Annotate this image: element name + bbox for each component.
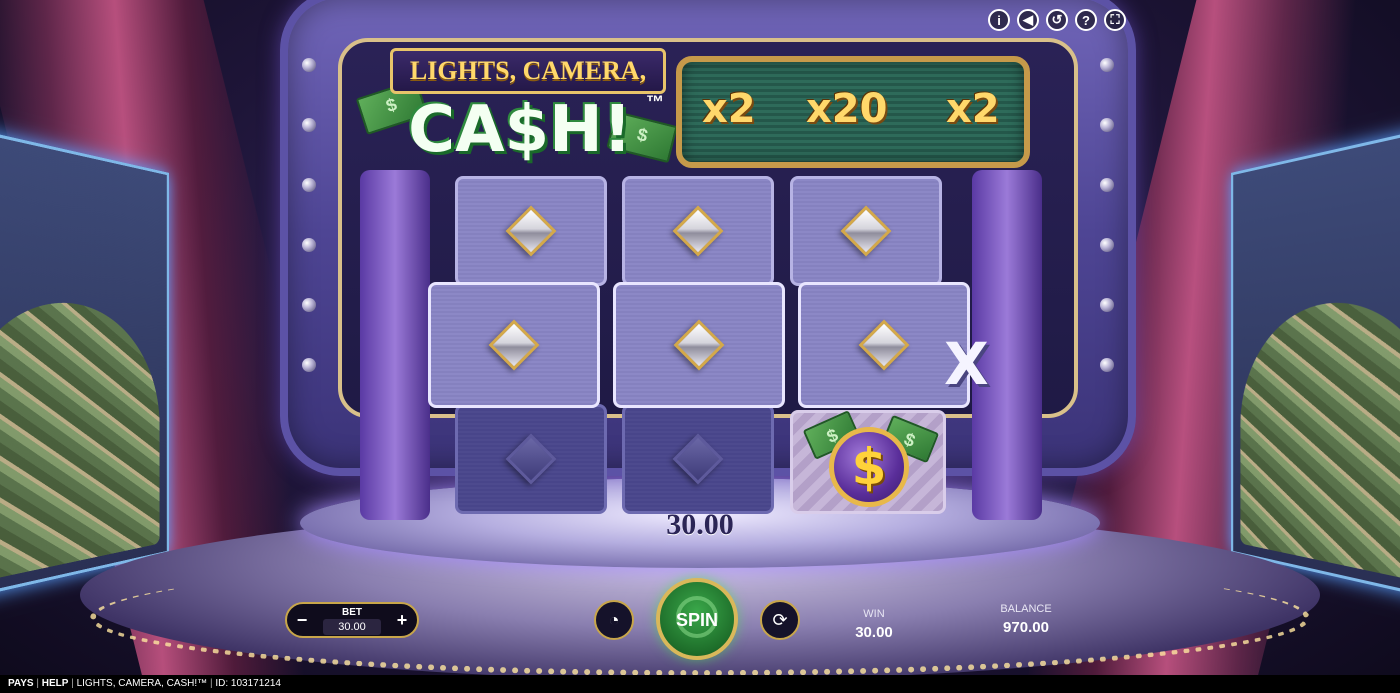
rivet [1100,298,1114,312]
diamond-icon [858,319,910,371]
speedometer-icon: ◔ [608,609,620,630]
rivet [1100,178,1114,192]
rivet [1100,238,1114,252]
fullscreen-icon[interactable]: ⛶ [1104,9,1126,31]
multiplier-x-mark: X [944,330,989,398]
diamond-icon [672,205,724,257]
multiplier-value: x2 [702,86,756,132]
rivet [1100,358,1114,372]
balance-label: BALANCE [1000,603,1052,615]
bet-control: − BET 30.00 + [285,602,419,638]
help-link[interactable]: HELP [42,678,69,689]
scratch-tile[interactable] [622,176,774,286]
scratch-tile[interactable] [455,176,607,286]
history-icon[interactable]: ↺ [1046,9,1068,31]
footer-bar: PAYS | HELP | LIGHTS, CAMERA, CASH!™ | I… [0,675,1400,693]
diamond-icon [673,319,725,371]
cash-coin-tile[interactable]: $ [790,410,946,514]
multiplier-value: x20 [806,86,888,132]
scratch-tile[interactable] [622,404,774,514]
multiplier-board: x2 x20 x2 [676,56,1030,168]
balance-value: 970.00 [1003,619,1049,636]
rivet [1100,58,1114,72]
bet-increase-button[interactable]: + [387,604,417,636]
pays-link[interactable]: PAYS [8,678,34,689]
spin-label: SPIN [675,610,718,630]
scratch-tile[interactable] [790,176,942,286]
bet-label: BET [342,607,362,618]
win-label: WIN [863,608,885,620]
bet-value: 30.00 [323,619,381,635]
stage-win-amount: 30.00 [666,508,734,541]
footer-separator: | [209,678,213,689]
bet-decrease-button[interactable]: − [287,604,317,636]
diamond-icon [488,319,540,371]
rivet [302,238,316,252]
footer-separator: | [36,678,39,689]
scratch-tile[interactable] [428,282,600,408]
diamond-icon [505,433,557,485]
cash-pile-left [0,295,160,588]
info-icon[interactable]: i [988,9,1010,31]
logo-main-text: CA$H! [408,93,632,167]
rivet [1100,118,1114,132]
autoplay-icon: ⟳ [772,609,788,630]
footer-game-title: LIGHTS, CAMERA, CASH!™ [76,678,208,689]
spin-button[interactable]: SPIN [656,578,738,660]
cash-display-case-right [1231,120,1400,606]
help-icon[interactable]: ? [1075,9,1097,31]
scratch-tile[interactable] [455,404,607,514]
logo-top-text: LIGHTS, CAMERA, [390,48,666,94]
turbo-button[interactable]: ◔ [594,600,634,640]
cash-display-case-left [0,120,169,606]
diamond-icon [672,433,724,485]
multiplier-value: x2 [946,86,1000,132]
win-value: 30.00 [855,624,893,641]
rivet [302,298,316,312]
game-logo: LIGHTS, CAMERA, CA$H! ™ [355,48,678,168]
cash-pile-right [1240,295,1400,588]
rivet [302,178,316,192]
footer-round-id: ID: 103171214 [215,678,281,689]
diamond-icon [840,205,892,257]
reel-frame-left [360,170,430,520]
rivet [302,58,316,72]
scratch-tile[interactable] [613,282,785,408]
dollar-coin-icon: $ [829,427,909,507]
footer-separator: | [71,678,74,689]
sound-icon[interactable]: ◀ [1017,9,1039,31]
logo-trademark: ™ [646,92,664,112]
diamond-icon [505,205,557,257]
rivet [302,118,316,132]
autoplay-button[interactable]: ⟳ [760,600,800,640]
rivet [302,358,316,372]
top-toolbar: i ◀ ↺ ? ⛶ [988,9,1126,31]
